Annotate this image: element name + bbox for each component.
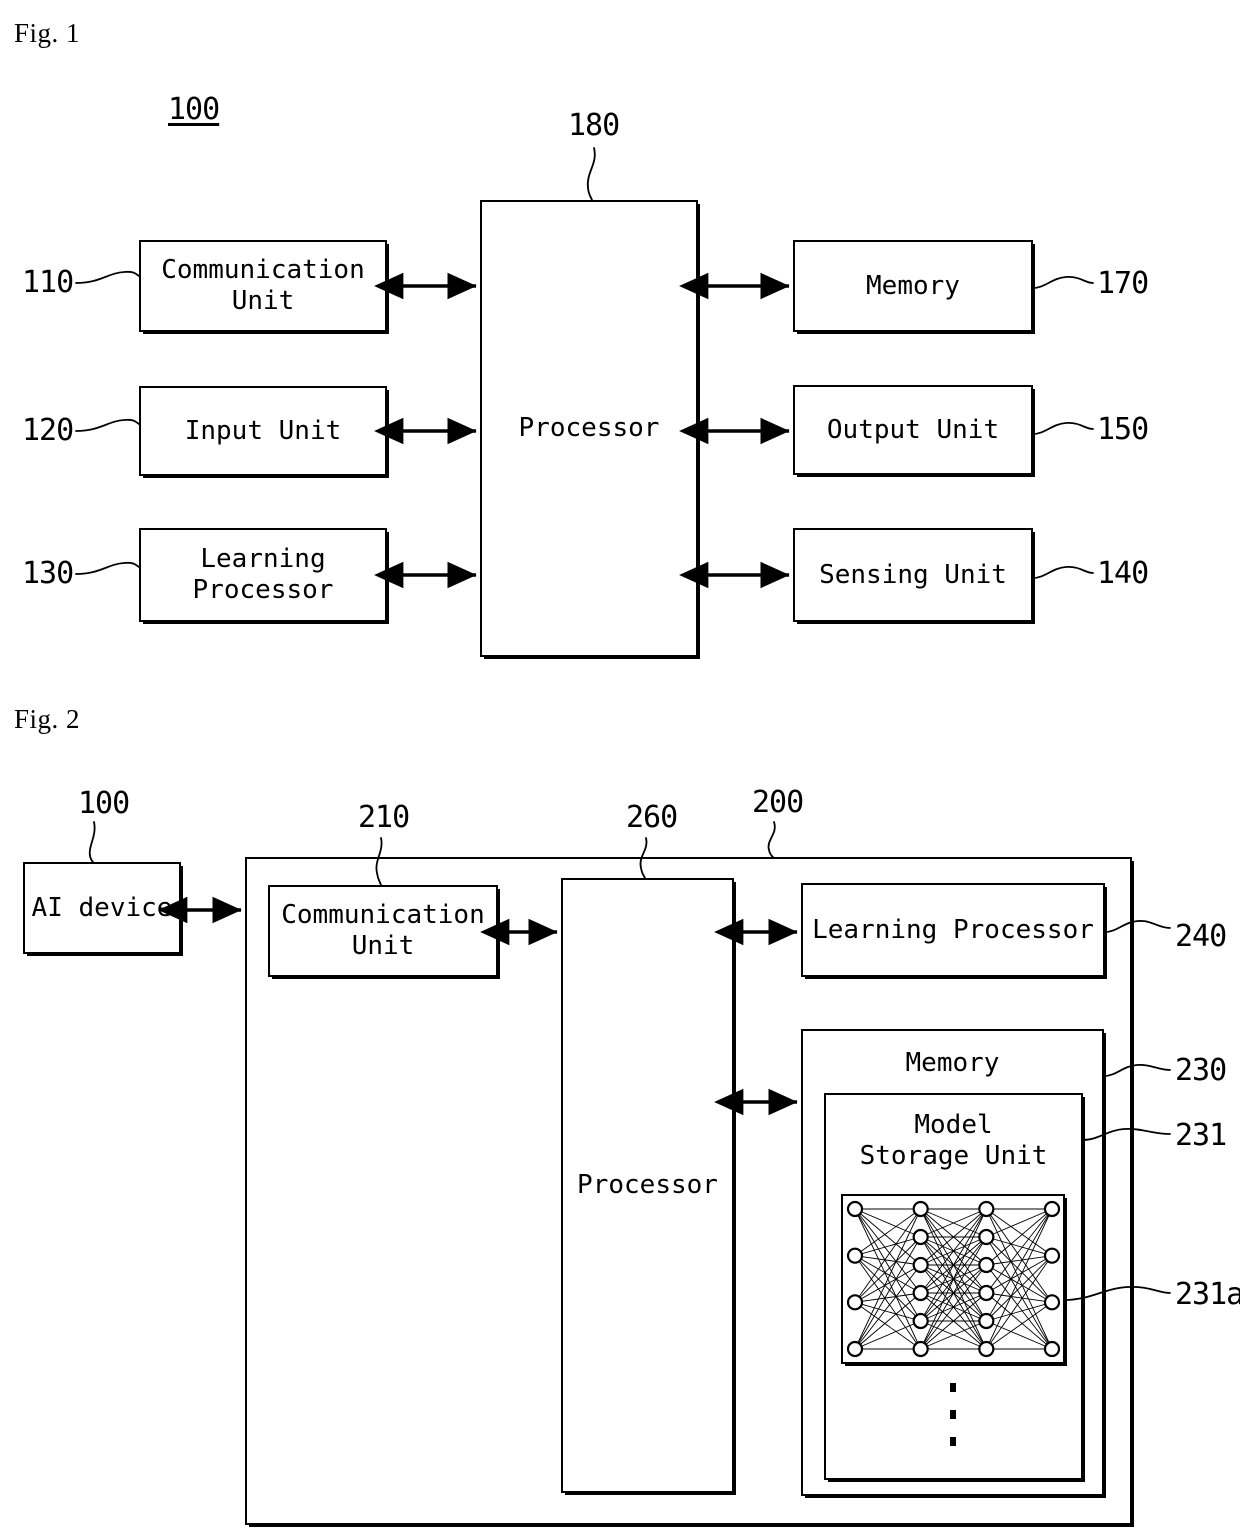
ellipsis-dot [950, 1383, 956, 1392]
fig2-ref-231a: 231a [1175, 1277, 1240, 1312]
fig2-ref-200: 200 [752, 785, 804, 820]
nn-node [912, 1312, 929, 1330]
fig1-ref-130: 130 [22, 556, 74, 591]
nn-node [846, 1294, 864, 1311]
fig2-learning-processor-label: Learning Processor [812, 914, 1094, 945]
fig1-memory-label: Memory [866, 270, 960, 301]
fig2-model-storage-unit-label: Model Storage Unit [859, 1110, 1048, 1172]
fig2-leader-100 [88, 821, 96, 863]
fig1-ref-140: 140 [1097, 556, 1149, 591]
fig1-ref-120: 120 [22, 413, 74, 448]
fig1-leader-130 [75, 561, 140, 575]
fig2-learning-processor-box: Learning Processor [801, 883, 1105, 977]
fig2-communication-unit-label: Communication Unit [281, 900, 485, 961]
fig1-memory-box: Memory [793, 240, 1033, 332]
nn-node [1043, 1294, 1061, 1311]
figure-2-label: Fig. 2 [14, 704, 81, 734]
nn-node [912, 1256, 929, 1274]
fig1-sensing-unit-box: Sensing Unit [793, 528, 1033, 622]
nn-node [912, 1284, 929, 1302]
fig1-communication-unit-box: Communication Unit [139, 240, 387, 332]
fig1-system-ref-100: 100 [168, 92, 220, 127]
fig2-ref-210: 210 [358, 800, 410, 835]
fig2-memory-label: Memory [905, 1048, 1000, 1078]
nn-node [978, 1200, 995, 1218]
nn-node [846, 1340, 864, 1358]
fig1-communication-unit-label: Communication Unit [161, 255, 365, 316]
fig1-learning-processor-label: Learning Processor [192, 544, 334, 605]
fig1-leader-150 [1032, 422, 1094, 435]
fig1-leader-170 [1032, 276, 1094, 289]
nn-node [978, 1312, 995, 1330]
fig1-output-unit-label: Output Unit [826, 414, 1000, 445]
fig2-ai-device-box: AI device [23, 862, 181, 954]
fig2-leader-200 [767, 821, 776, 858]
nn-node [912, 1340, 929, 1358]
fig2-processor-box: Processor [561, 878, 734, 1493]
nn-node [978, 1340, 995, 1358]
nn-node [1043, 1247, 1061, 1264]
fig2-ref-230: 230 [1175, 1053, 1227, 1088]
fig1-ref-110: 110 [22, 265, 74, 300]
nn-node [978, 1256, 995, 1274]
fig1-ref-170: 170 [1097, 266, 1149, 301]
fig1-output-unit-box: Output Unit [793, 385, 1033, 475]
fig1-leader-140 [1032, 566, 1094, 579]
ellipsis-dot [950, 1410, 956, 1419]
fig2-vertical-ellipsis [950, 1383, 956, 1446]
fig2-ref-231: 231 [1175, 1118, 1227, 1153]
fig2-communication-unit-box: Communication Unit [268, 885, 498, 977]
fig1-leader-110 [75, 270, 140, 284]
fig2-ref-240: 240 [1175, 919, 1227, 954]
fig2-ref-100: 100 [78, 786, 130, 821]
fig2-processor-label: Processor [577, 1170, 718, 1201]
nn-node [1043, 1200, 1061, 1218]
nn-node [1043, 1340, 1061, 1358]
fig1-input-unit-label: Input Unit [184, 415, 342, 446]
nn-node [912, 1200, 929, 1218]
ellipsis-dot [950, 1437, 956, 1446]
nn-node [912, 1228, 929, 1246]
fig1-processor-box: Processor [480, 200, 698, 657]
fig2-ai-device-label: AI device [31, 892, 173, 923]
nn-node [978, 1284, 995, 1302]
fig1-sensing-unit-label: Sensing Unit [819, 559, 1007, 590]
fig1-ref-150: 150 [1097, 412, 1149, 447]
fig1-leader-120 [75, 418, 140, 432]
figure-1-label: Fig. 1 [14, 18, 81, 48]
fig1-ref-180: 180 [568, 108, 620, 143]
fig1-learning-processor-box: Learning Processor [139, 528, 387, 622]
nn-node [846, 1247, 864, 1264]
fig1-processor-label: Processor [518, 413, 660, 444]
fig1-leader-180 [586, 147, 596, 201]
fig1-input-unit-box: Input Unit [139, 386, 387, 476]
nn-node [978, 1228, 995, 1246]
nn-node [846, 1200, 864, 1218]
fig2-ref-260: 260 [626, 800, 678, 835]
